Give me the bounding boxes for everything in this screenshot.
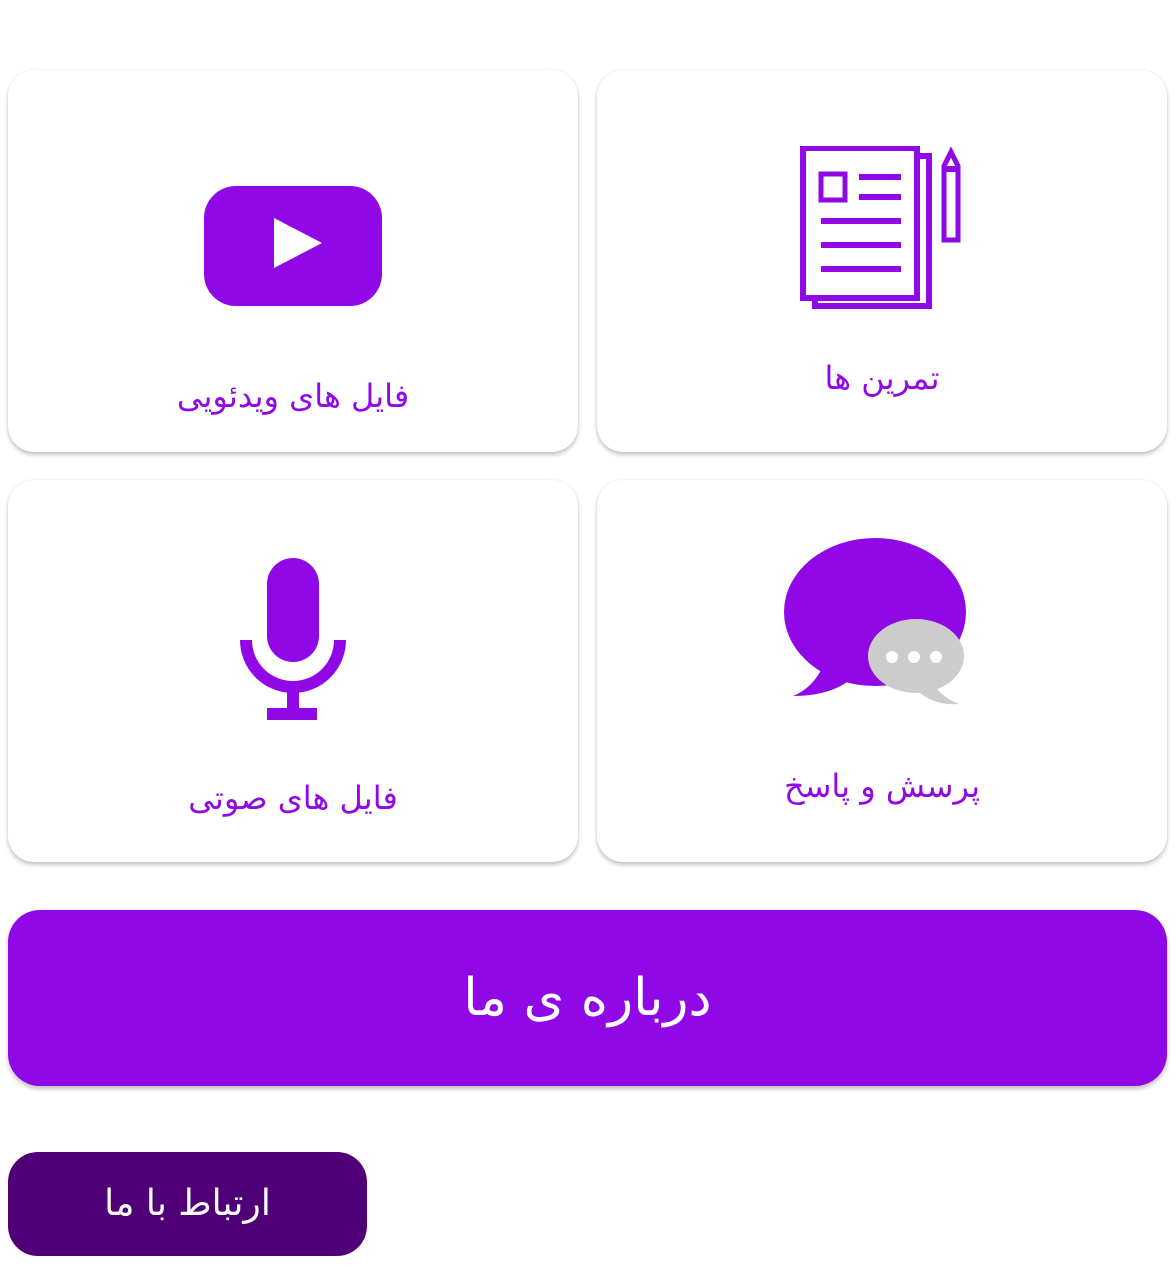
- card-videos[interactable]: فایل های ویدئویی: [8, 70, 578, 452]
- card-exercises[interactable]: تمرین ها: [597, 70, 1167, 452]
- card-label: فایل های ویدئویی: [176, 377, 410, 415]
- microphone-icon: [240, 558, 346, 720]
- card-qa[interactable]: پرسش و پاسخ: [597, 480, 1167, 862]
- card-audio[interactable]: فایل های صوتی: [8, 480, 578, 862]
- chat-bubbles-icon: [784, 538, 966, 705]
- card-label: فایل های صوتی: [188, 779, 398, 817]
- about-us-button[interactable]: درباره ی ما: [8, 910, 1167, 1086]
- youtube-play-icon: [204, 186, 382, 306]
- card-label: تمرین ها: [824, 359, 940, 397]
- card-label: پرسش و پاسخ: [783, 767, 981, 805]
- document-pencil-icon: [800, 146, 961, 309]
- contact-us-button[interactable]: ارتباط با ما: [8, 1152, 367, 1256]
